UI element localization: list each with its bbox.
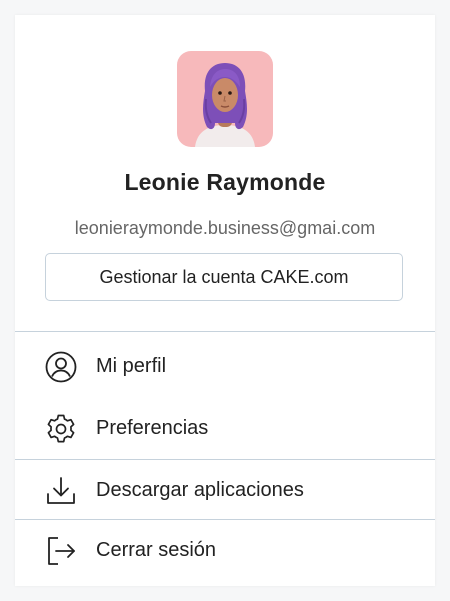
menu-item-label: Cerrar sesión	[96, 539, 217, 561]
download-icon	[47, 477, 75, 504]
menu-item-label: Preferencias	[96, 417, 209, 439]
menu-item-preferences[interactable]: Preferencias	[15, 398, 435, 458]
user-email: leonieraymonde.business@gmai.com	[74, 218, 376, 238]
avatar	[177, 51, 273, 147]
account-menu-card: Leonie Raymonde leonieraymonde.business@…	[15, 15, 435, 586]
divider	[15, 331, 435, 332]
user-circle-icon	[45, 351, 77, 383]
menu-item-logout[interactable]: Cerrar sesión	[15, 520, 435, 580]
menu-item-label: Mi perfil	[96, 355, 167, 377]
menu-item-label: Descargar aplicaciones	[96, 479, 304, 501]
menu-item-my-profile[interactable]: Mi perfil	[15, 336, 435, 396]
user-name: Leonie Raymonde	[124, 169, 326, 195]
profile-section: Leonie Raymonde leonieraymonde.business@…	[15, 15, 435, 331]
logout-icon	[48, 537, 75, 565]
menu-item-download-apps[interactable]: Descargar aplicaciones	[15, 460, 435, 520]
manage-account-button[interactable]: Gestionar la cuenta CAKE.com	[45, 253, 403, 301]
gear-icon	[47, 414, 75, 443]
avatar-illustration	[195, 63, 255, 147]
